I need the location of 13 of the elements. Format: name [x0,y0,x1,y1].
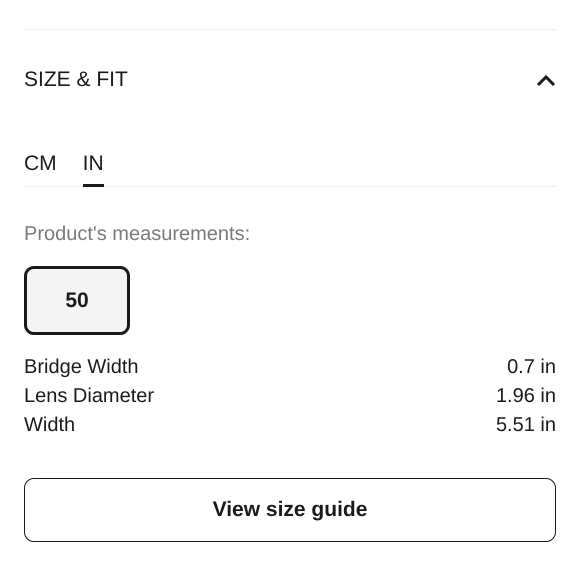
measurement-value: 5.51 in [496,413,556,438]
measurement-name: Bridge Width [24,355,138,380]
measurement-name: Width [24,413,76,438]
unit-tab[interactable]: IN [82,152,104,187]
section-title: SIZE & FIT [24,68,128,92]
size-fit-accordion-header[interactable]: SIZE & FIT [24,64,556,96]
measurement-value: 0.7 in [507,355,556,380]
measurements-label: Product's measurements: [24,223,252,246]
view-size-guide-button[interactable]: View size guide [24,478,556,542]
unit-tab[interactable]: CM [24,152,57,187]
measurement-name: Lens Diameter [24,384,154,409]
size-option[interactable]: 50 [24,266,130,335]
measurement-value: 1.96 in [496,384,556,409]
